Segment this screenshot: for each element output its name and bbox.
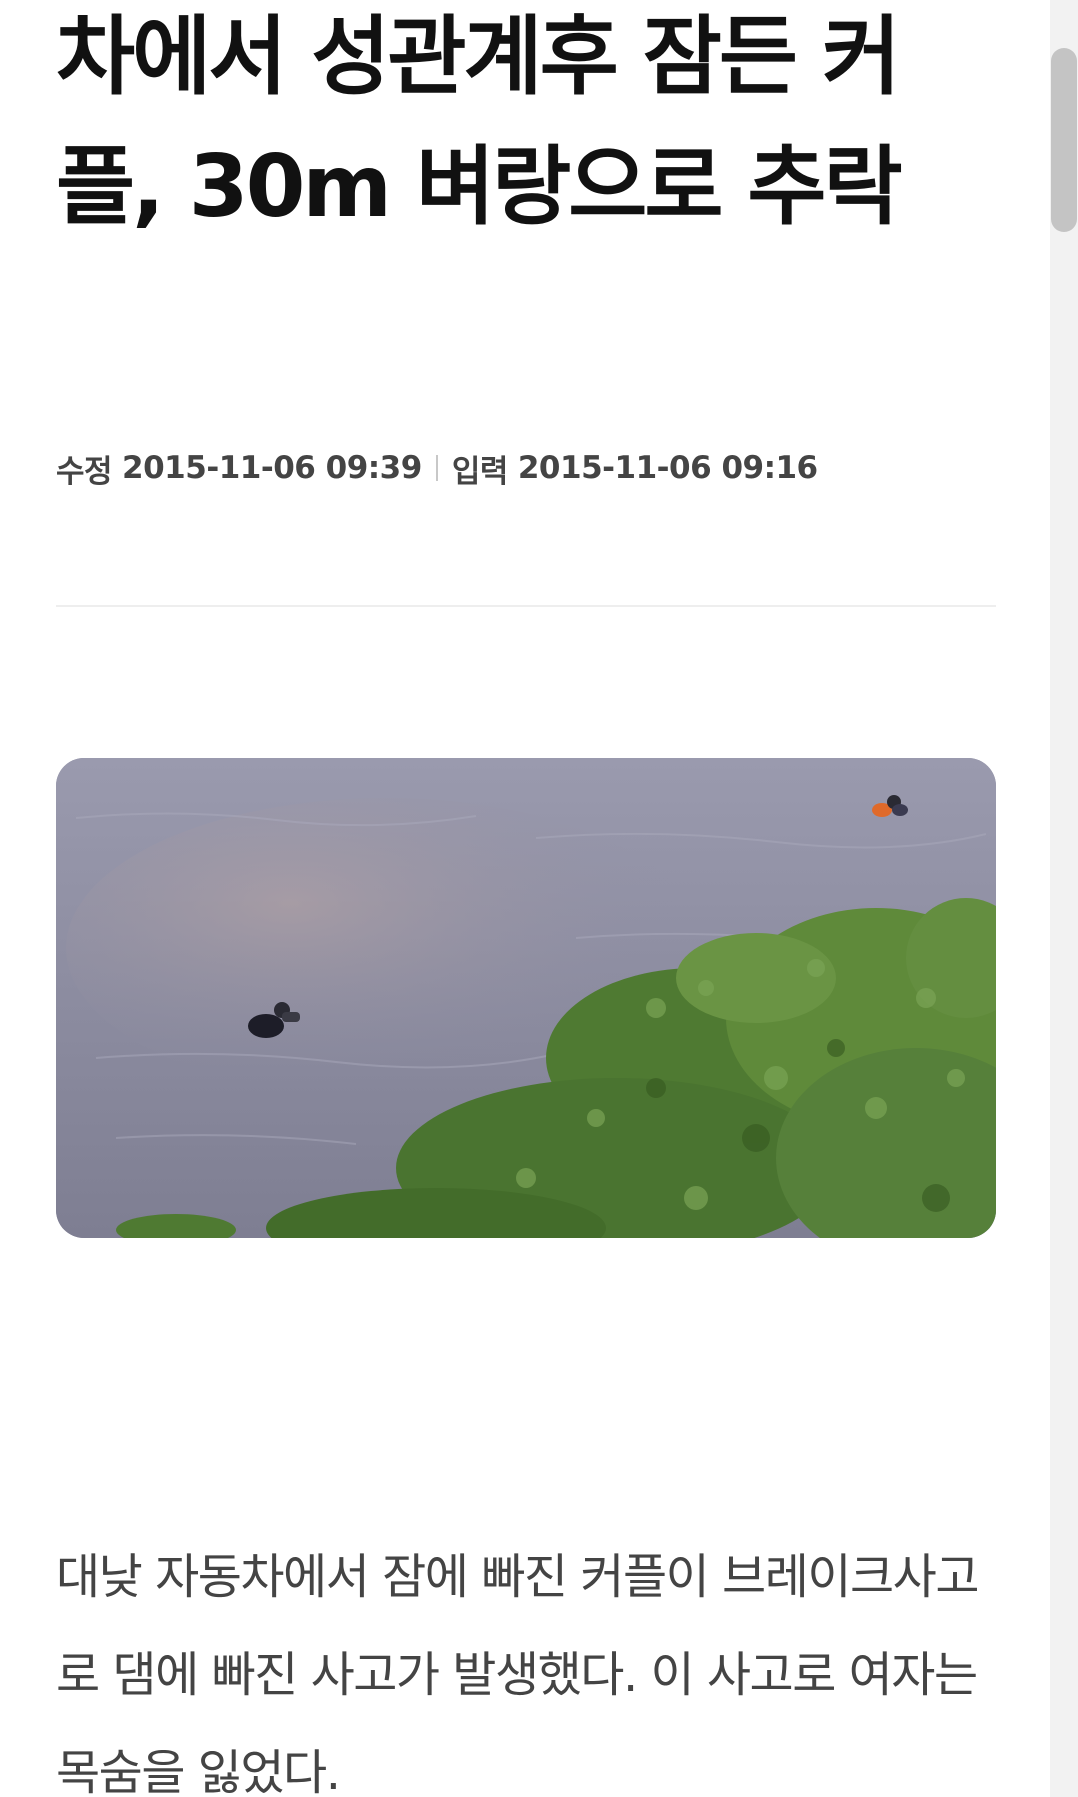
header-divider (56, 605, 996, 607)
article-page: 차에서 성관계후 잠든 커플, 30m 벼랑으로 추락 수정 2015-11-0… (0, 0, 1078, 1797)
article-photo[interactable] (56, 758, 996, 1238)
scrollbar-thumb[interactable] (1051, 48, 1077, 232)
scrollbar-track[interactable] (1050, 0, 1078, 1797)
photo-water-scene (56, 758, 996, 1238)
article-content: 차에서 성관계후 잠든 커플, 30m 벼랑으로 추락 수정 2015-11-0… (0, 0, 1050, 1797)
article-title: 차에서 성관계후 잠든 커플, 30m 벼랑으로 추락 (56, 7, 903, 237)
modified-time: 2015-11-06 09:39 (122, 450, 422, 486)
article-meta: 수정 2015-11-06 09:39 입력 2015-11-06 09:16 (56, 446, 818, 490)
article-body: 대낮 자동차에서 잠에 빠진 커플이 브레이크사고로 댐에 빠진 사고가 발생했… (56, 1549, 980, 1797)
published-label: 입력 (451, 453, 509, 490)
published-time: 2015-11-06 09:16 (517, 450, 818, 486)
modified-label: 수정 (56, 453, 113, 490)
meta-separator (435, 455, 438, 481)
